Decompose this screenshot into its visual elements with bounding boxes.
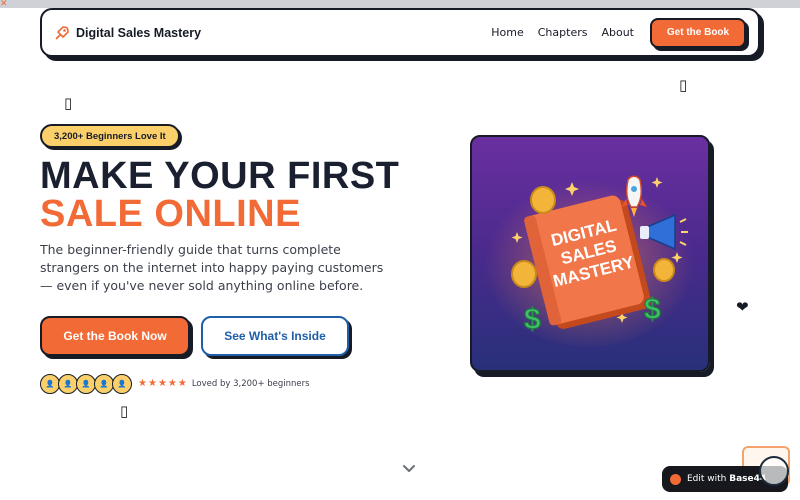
- navbar: Digital Sales Mastery Home Chapters Abou…: [40, 8, 760, 57]
- nav-links: Home Chapters About Get the Book: [491, 17, 746, 48]
- missing-glyph-icon: ▯: [120, 402, 129, 420]
- avatar: 👤: [94, 374, 114, 394]
- get-the-book-button[interactable]: Get the Book: [650, 17, 746, 48]
- svg-text:$: $: [524, 303, 541, 336]
- see-whats-inside-button[interactable]: See What's Inside: [201, 316, 349, 356]
- missing-glyph-icon: ▯: [679, 76, 688, 94]
- brand[interactable]: Digital Sales Mastery: [54, 25, 201, 41]
- star-icon: ★: [147, 378, 157, 389]
- star-icon: ★: [138, 378, 147, 389]
- avatar: 👤: [112, 374, 132, 394]
- headline-line-1: MAKE YOUR FIRST: [40, 155, 400, 197]
- hero-subtitle: The beginner-friendly guide that turns c…: [40, 242, 384, 293]
- social-proof-text: Loved by 3,200+ beginners: [191, 379, 310, 389]
- headline-line-2: SALE ONLINE: [40, 193, 301, 235]
- nav-link-home[interactable]: Home: [491, 26, 523, 39]
- chat-bubble-icon[interactable]: [759, 456, 789, 486]
- edit-with-label: Edit with Base44: [687, 474, 767, 484]
- social-proof: 👤 👤 👤 👤 👤 ★ ★ ★ ★ ★ Loved by 3,200+ beginner…: [40, 374, 310, 394]
- social-badge: 3,200+ Beginners Love It: [40, 124, 180, 148]
- avatar: 👤: [40, 374, 60, 394]
- heart-icon: ❤: [736, 298, 749, 316]
- get-the-book-now-button[interactable]: Get the Book Now: [40, 316, 190, 356]
- rocket-icon: [55, 25, 69, 40]
- svg-text:$: $: [644, 293, 661, 326]
- missing-glyph-icon: ▯: [64, 94, 73, 112]
- corner-mark: ✕: [0, 0, 8, 9]
- nav-link-chapters[interactable]: Chapters: [538, 26, 588, 39]
- base44-logo-icon: [670, 473, 681, 485]
- browser-top-strip: [0, 0, 800, 8]
- chevron-down-icon[interactable]: [401, 460, 417, 476]
- star-icon: ★: [177, 378, 187, 389]
- book-cover-illustration: DIGITAL SALES MASTERY $ $: [470, 135, 710, 372]
- rating-stars: ★ ★ ★ ★ ★: [138, 379, 187, 389]
- book-illustration: DIGITAL SALES MASTERY $ $: [484, 175, 694, 347]
- avatar: 👤: [76, 374, 96, 394]
- star-icon: ★: [157, 378, 167, 389]
- nav-link-about[interactable]: About: [601, 26, 634, 39]
- avatar: 👤: [58, 374, 78, 394]
- avatar-group: 👤 👤 👤 👤 👤: [40, 374, 132, 394]
- star-icon: ★: [167, 378, 177, 389]
- brand-name: Digital Sales Mastery: [76, 25, 202, 40]
